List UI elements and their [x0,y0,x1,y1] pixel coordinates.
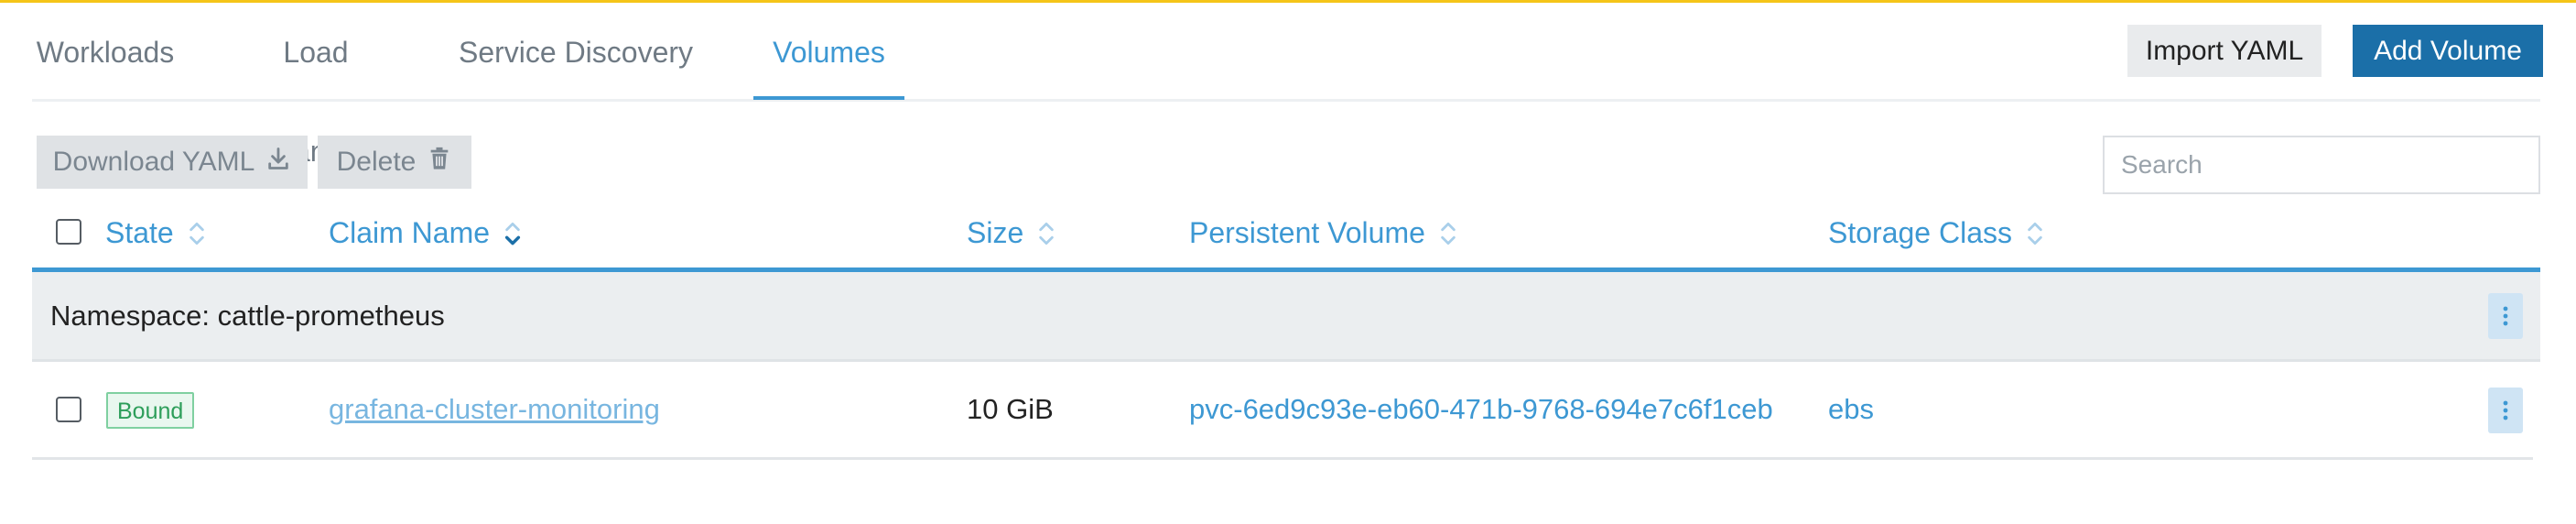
select-all-checkbox[interactable] [56,219,81,245]
kebab-menu-icon [2503,306,2508,326]
import-yaml-button[interactable]: Import YAML [2127,25,2322,77]
kebab-menu-icon [2503,400,2508,420]
claim-name-link[interactable]: grafana-cluster-monitoring [329,362,660,457]
search-input[interactable] [2103,136,2540,194]
tab-volumes[interactable]: Volumes [753,3,904,102]
column-label-persistent-volume: Persistent Volume [1189,216,1425,249]
tab-load-balancing[interactable]: Load Balancing [215,3,417,168]
delete-label: Delete [336,147,417,177]
column-header-persistent-volume[interactable]: Persistent Volume [1189,216,1458,250]
column-header-storage-class[interactable]: Storage Class [1828,216,2045,250]
sort-ascending-icon [503,218,523,249]
active-tab-indicator [753,96,904,100]
sort-icon [2025,218,2045,249]
column-label-storage-class: Storage Class [1828,216,2012,249]
status-badge: Bound [106,392,195,429]
table-header: State Claim Name Size Persistent Volume … [32,203,2540,272]
column-header-state[interactable]: State [105,216,207,250]
trash-icon [427,146,452,179]
tab-workloads[interactable]: Workloads [32,3,179,102]
namespace-group-label: Namespace: cattle-prometheus [50,300,445,332]
namespace-group-row: Namespace: cattle-prometheus [32,272,2540,362]
add-volume-button[interactable]: Add Volume [2353,25,2543,77]
row-actions-button[interactable] [2488,388,2523,433]
column-label-state: State [105,216,174,249]
sort-icon [187,218,207,249]
row-checkbox[interactable] [56,397,81,422]
size-value: 10 GiB [967,393,1054,425]
download-yaml-label: Download YAML [52,147,255,177]
sort-icon [1036,218,1056,249]
table-row: Bound grafana-cluster-monitoring 10 GiB … [32,362,2533,460]
persistent-volume-link[interactable]: pvc-6ed9c93e-eb60-471b-9768-694e7c6f1ceb [1189,362,1773,457]
storage-class-link[interactable]: ebs [1828,362,1874,457]
column-header-claim-name[interactable]: Claim Name [329,216,523,250]
tab-service-discovery[interactable]: Service Discovery [455,3,697,102]
column-label-claim-name: Claim Name [329,216,491,249]
download-yaml-button[interactable]: Download YAML [37,136,308,189]
delete-button[interactable]: Delete [318,136,471,189]
column-label-size: Size [967,216,1024,249]
sort-icon [1438,218,1458,249]
download-icon [265,146,291,179]
column-header-size[interactable]: Size [967,216,1056,250]
group-actions-button[interactable] [2488,293,2523,339]
